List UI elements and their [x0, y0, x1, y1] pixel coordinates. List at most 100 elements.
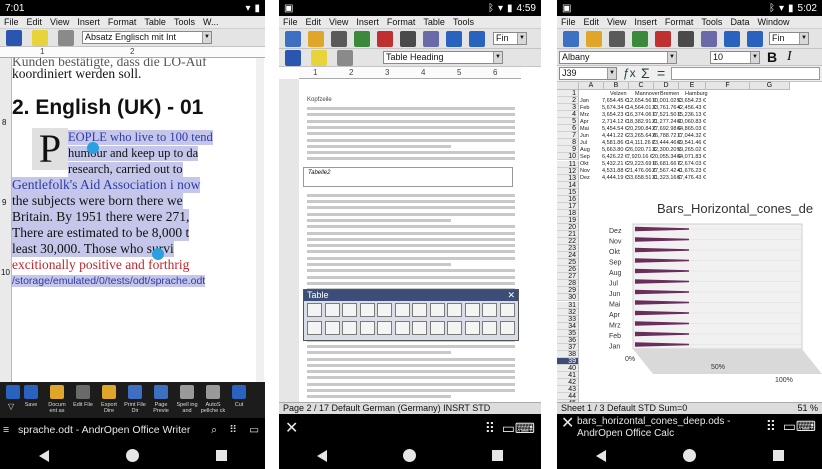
autospell-icon[interactable] [747, 31, 763, 47]
row-header[interactable]: 4 [557, 111, 579, 119]
back-icon[interactable] [38, 449, 49, 462]
table-tool-icon[interactable] [412, 303, 427, 317]
menu-item[interactable]: Table [144, 17, 166, 27]
row-header[interactable]: 31 [557, 301, 579, 309]
close-icon[interactable]: ✕ [561, 416, 574, 432]
row-header[interactable]: 18 [557, 209, 579, 217]
row-header[interactable]: 42 [557, 379, 579, 387]
cell[interactable]: 60,060.83 € [677, 119, 706, 125]
home-icon[interactable] [682, 449, 696, 462]
equals-button[interactable]: = [657, 65, 665, 81]
table-tool-icon[interactable] [394, 321, 410, 335]
sum-button[interactable]: Σ [641, 65, 650, 81]
table-tool-icon[interactable] [482, 303, 497, 317]
selection-handle-start[interactable] [87, 142, 99, 154]
font-color-icon[interactable] [6, 30, 22, 46]
open-folder-icon[interactable] [586, 31, 602, 47]
cell[interactable]: 72,674.03 € [677, 161, 706, 167]
cell[interactable]: Jan [580, 98, 589, 104]
column-header[interactable]: F [706, 82, 750, 90]
row-header[interactable]: 24 [557, 252, 579, 260]
table-tool-icon[interactable] [324, 303, 340, 317]
row-header[interactable]: 32 [557, 308, 579, 316]
menu-item[interactable]: View [329, 17, 348, 27]
menu-item[interactable]: Window [757, 17, 789, 27]
cell[interactable]: Okt [580, 161, 589, 167]
table-tool-icon[interactable] [307, 303, 322, 317]
column-header[interactable]: A [579, 82, 604, 90]
cell[interactable]: 5,663.80 € [602, 147, 628, 153]
recents-icon[interactable] [215, 450, 227, 461]
cell[interactable]: Apr [580, 119, 589, 125]
row-header[interactable]: 15 [557, 188, 579, 196]
recents-icon[interactable] [772, 450, 784, 461]
cell[interactable]: 4,441.22 € [602, 133, 628, 139]
column-header[interactable]: E [679, 82, 706, 90]
row-header[interactable]: 6 [557, 125, 579, 133]
row-header[interactable]: 10 [557, 153, 579, 161]
table-tool-icon[interactable] [482, 321, 497, 335]
cell[interactable]: Bremen [660, 91, 679, 97]
row-header[interactable]: 37 [557, 343, 579, 351]
row-header[interactable]: 5 [557, 118, 579, 126]
menu-item[interactable]: Tools [453, 17, 474, 27]
preview-icon[interactable] [423, 31, 439, 47]
mouse-icon[interactable]: ▭ [249, 418, 259, 442]
row-header[interactable]: 8 [557, 139, 579, 147]
row-header[interactable]: 39 [557, 357, 579, 365]
row-header[interactable]: 38 [557, 350, 579, 358]
font-size-combo[interactable]: 10 ▼ [710, 51, 760, 64]
row-header[interactable]: 20 [557, 223, 579, 231]
table-tool-icon[interactable] [447, 321, 462, 335]
row-header[interactable]: 14 [557, 181, 579, 189]
menu-item[interactable]: Edit [306, 17, 322, 27]
cell[interactable]: Hamburg [685, 91, 708, 97]
toolbar-icon[interactable] [24, 385, 38, 399]
save-icon[interactable] [609, 31, 625, 47]
bold-button[interactable]: B [767, 49, 777, 65]
triangle-down-icon[interactable]: ▽ [8, 402, 14, 411]
row-header[interactable]: 26 [557, 266, 579, 274]
function-wizard-icon[interactable]: ƒx [623, 66, 636, 80]
toolbar-icon[interactable] [232, 385, 246, 399]
cell[interactable]: 5,454.54 € [602, 126, 628, 132]
column-header[interactable]: G [750, 82, 790, 90]
menu-item[interactable]: Tools [701, 17, 722, 27]
font-color-icon[interactable] [285, 50, 301, 66]
find-box[interactable]: Fin ▼ [769, 32, 809, 45]
cell[interactable]: 67,476.43 € [677, 175, 706, 181]
chevron-down-icon[interactable]: ▼ [667, 52, 676, 63]
menu-item[interactable]: Insert [77, 17, 100, 27]
bar-chart[interactable]: Bars_Horizontal_cones_de Dez Nov Okt Sep Aug J… [597, 199, 822, 384]
chevron-down-icon[interactable]: ▼ [607, 68, 616, 79]
table-tool-icon[interactable] [499, 321, 515, 335]
clear-format-icon[interactable] [337, 50, 353, 66]
row-header[interactable]: 9 [557, 146, 579, 154]
table-tool-icon[interactable] [307, 321, 322, 335]
row-header[interactable]: 21 [557, 231, 579, 239]
toolbar-icon[interactable] [102, 385, 116, 399]
row-header[interactable]: 11 [557, 160, 579, 168]
autospell-icon[interactable] [469, 31, 485, 47]
table-tool-icon[interactable] [429, 321, 445, 335]
document-page[interactable]: Kunden bestätigte, dass die LO-Auf koord… [12, 58, 265, 382]
menu-item[interactable]: Data [730, 17, 749, 27]
cell[interactable]: 2,714.12 € [602, 119, 628, 125]
row-header[interactable]: 2 [557, 97, 579, 105]
cell[interactable]: 42,456.43 € [677, 105, 706, 111]
cell[interactable]: 15,236.13 € [677, 112, 706, 118]
toolbar-icon[interactable] [76, 385, 90, 399]
chevron-down-icon[interactable]: ▼ [799, 33, 808, 44]
row-header[interactable]: 19 [557, 216, 579, 224]
toolbar-icon[interactable] [128, 385, 142, 399]
cell[interactable]: 59,265.02 € [677, 147, 706, 153]
menu-item[interactable]: Format [665, 17, 694, 27]
row-header[interactable]: 3 [557, 104, 579, 112]
keyboard-icon[interactable]: ⠿ [229, 418, 237, 442]
spellcheck-icon[interactable] [724, 31, 740, 47]
back-icon[interactable] [317, 449, 327, 462]
highlight-icon[interactable] [32, 30, 48, 46]
cell[interactable]: 64,071.83 € [677, 154, 706, 160]
cell[interactable]: 3,654.23 € [602, 112, 628, 118]
row-header[interactable]: 7 [557, 132, 579, 140]
